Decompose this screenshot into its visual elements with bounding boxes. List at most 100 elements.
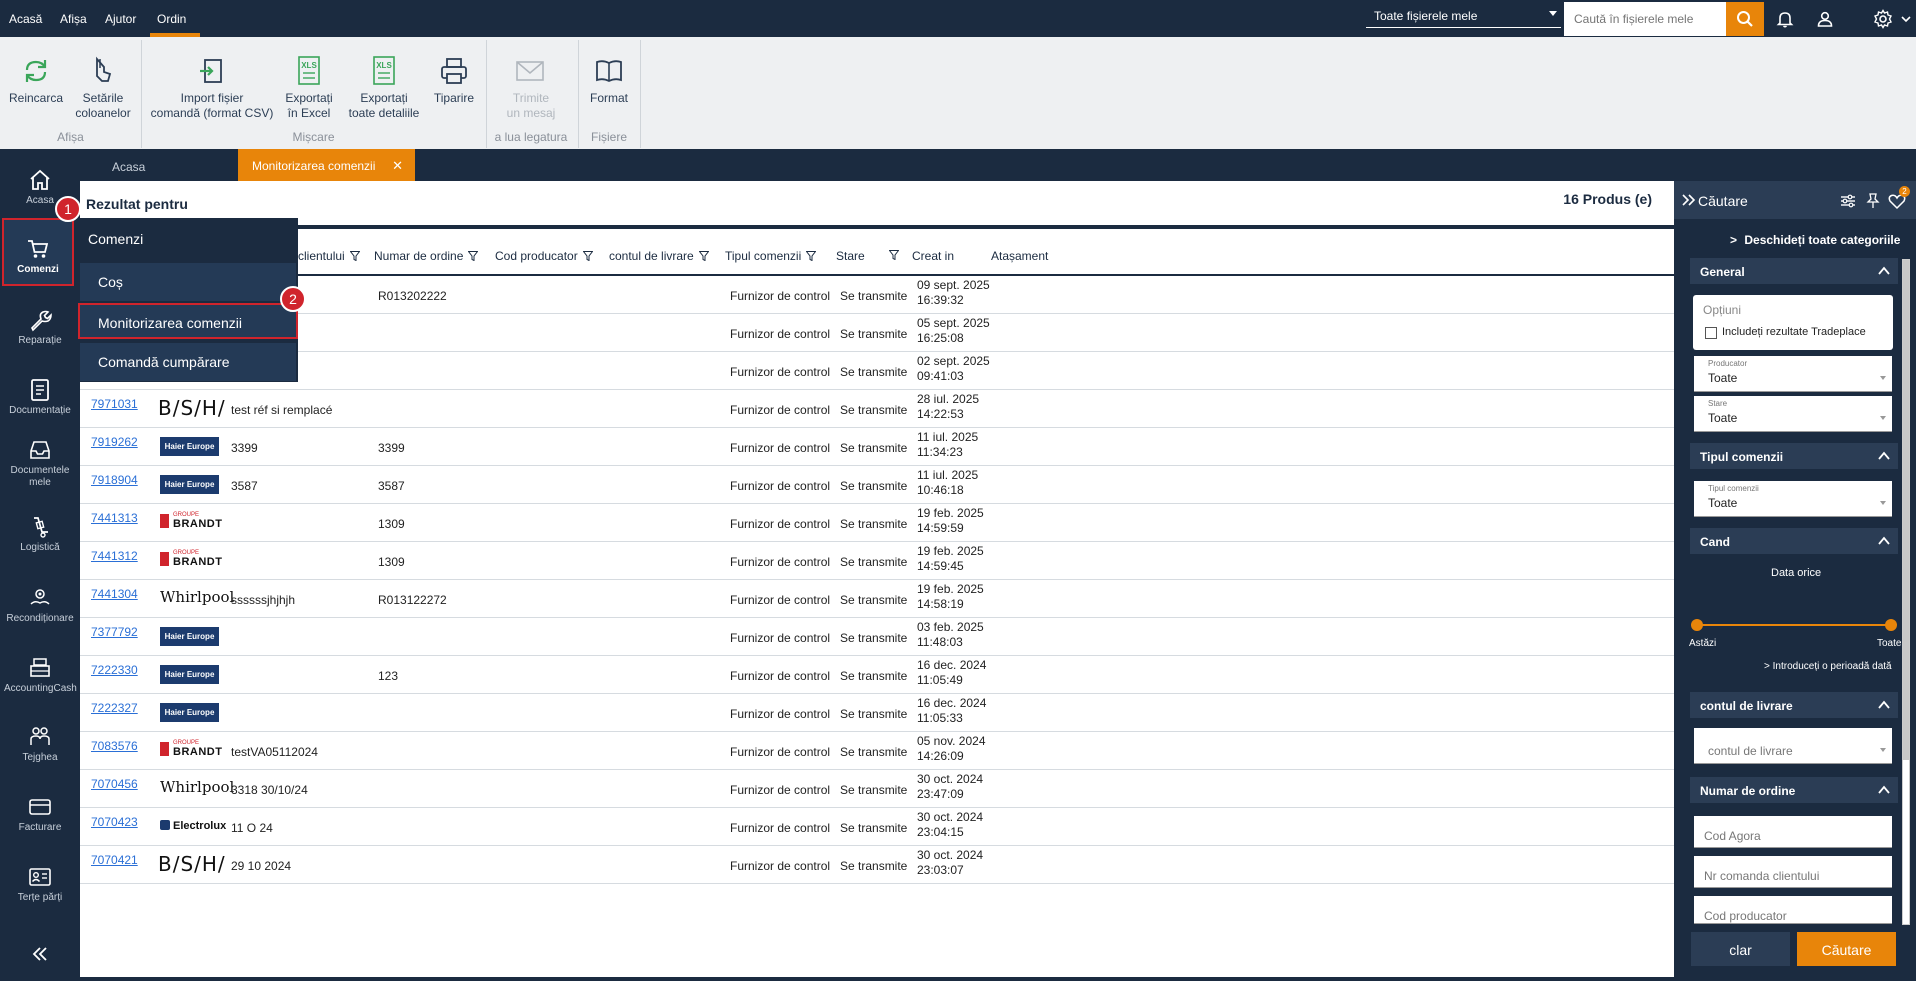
format-button[interactable]: Format xyxy=(586,53,632,106)
table-row[interactable]: 7070423 Electrolux 11 O 24 Furnizor de cont… xyxy=(80,808,1674,846)
col-header-attachment[interactable]: Atașament xyxy=(991,249,1048,263)
delivery-account-select[interactable]: contul de livrare xyxy=(1694,728,1892,764)
order-id-link[interactable]: 7377792 xyxy=(91,625,138,639)
nav-documentation[interactable]: Documentație xyxy=(4,375,76,416)
table-row[interactable]: 7377792 Haier Europe Furnizor de control Se… xyxy=(80,618,1674,656)
table-row[interactable]: 7441313 GROUPE BRANDT 1309 Furnizor de contr… xyxy=(80,504,1674,542)
state-select[interactable]: Stare Toate xyxy=(1694,396,1892,432)
bell-icon[interactable] xyxy=(1774,8,1796,30)
submenu-item-purchase-order[interactable]: Comandă cumpărare xyxy=(80,343,296,381)
agora-code-input[interactable]: Cod Agora xyxy=(1694,816,1892,848)
order-id-link[interactable]: 7441313 xyxy=(91,511,138,525)
client-order-number-input[interactable]: Nr comanda clientului xyxy=(1694,856,1892,888)
collapse-nav-button[interactable] xyxy=(4,946,76,968)
nav-my-documents[interactable]: Documentele mele xyxy=(4,435,76,488)
scope-select[interactable]: Toate fișierele mele xyxy=(1366,2,1561,28)
table-row[interactable]: Furnizor de control Se transmite 02 sept. … xyxy=(80,352,1674,390)
submenu-item-cart[interactable]: Coș xyxy=(80,263,296,301)
tradeplace-checkbox[interactable] xyxy=(1705,327,1717,339)
column-settings-button[interactable]: Setările coloanelor xyxy=(70,53,136,121)
search-button[interactable] xyxy=(1726,2,1764,36)
gear-icon[interactable] xyxy=(1872,8,1894,30)
table-row[interactable]: 7919262 Haier Europe 3399 3399 Furnizor de c… xyxy=(80,428,1674,466)
menu-view[interactable]: Afișa xyxy=(60,12,87,26)
reload-button[interactable]: Reincarca xyxy=(6,53,66,106)
table-row[interactable]: 7222327 Haier Europe Furnizor de control Se… xyxy=(80,694,1674,732)
import-csv-button[interactable]: Import fișier comandă (format CSV) xyxy=(143,53,281,121)
table-row[interactable]: 7070456 Whirlpool 3318 30/10/24 Furnizor de… xyxy=(80,770,1674,808)
menu-order[interactable]: Ordin xyxy=(157,12,186,26)
nav-counter[interactable]: Tejghea xyxy=(4,722,76,763)
col-header-client[interactable]: clientului xyxy=(298,249,360,263)
filter-icon[interactable] xyxy=(349,251,360,261)
order-id-link[interactable]: 7971031 xyxy=(91,397,138,411)
sliders-icon[interactable] xyxy=(1840,193,1856,209)
order-id-link[interactable]: 7222330 xyxy=(91,663,138,677)
table-row[interactable]: 7441312 GROUPE BRANDT 1309 Furnizor de contr… xyxy=(80,542,1674,580)
user-icon[interactable] xyxy=(1814,8,1836,30)
nav-repair[interactable]: Reparație xyxy=(4,305,76,346)
filter-icon[interactable] xyxy=(698,251,709,261)
nav-accounting-cash[interactable]: AccountingCash xyxy=(4,653,77,694)
clear-button[interactable]: clar xyxy=(1691,932,1790,966)
filter-icon[interactable] xyxy=(468,251,479,261)
range-end-handle[interactable] xyxy=(1885,619,1897,631)
col-header-delivery-account[interactable]: contul de livrare xyxy=(609,249,709,263)
table-row[interactable]: fdsR013202222Furnizor de controlSe trans… xyxy=(80,276,1674,314)
pin-icon[interactable] xyxy=(1866,193,1880,209)
nav-reconditioning[interactable]: Recondiționare xyxy=(4,583,76,624)
order-id-link[interactable]: 7083576 xyxy=(91,739,138,753)
table-row[interactable]: 7222330 Haier Europe 123 Furnizor de contro… xyxy=(80,656,1674,694)
menu-home[interactable]: Acasă xyxy=(9,12,42,26)
nav-orders[interactable]: Comenzi xyxy=(2,218,74,286)
send-message-button[interactable]: Trimite un mesaj xyxy=(496,53,566,121)
order-id-link[interactable]: 7918904 xyxy=(91,473,138,487)
order-id-link[interactable]: 7070421 xyxy=(91,853,138,867)
col-header-order-number[interactable]: Numar de ordine xyxy=(374,249,479,263)
table-row[interactable]: 7441304 Whirlpool ssssssjhjhjh R013122272 Fu… xyxy=(80,580,1674,618)
submenu-item-order-monitoring[interactable]: Monitorizarea comenzii xyxy=(78,303,298,339)
range-start-handle[interactable] xyxy=(1691,619,1703,631)
col-header-status[interactable]: Stare xyxy=(836,249,865,263)
search-submit-button[interactable]: Căutare xyxy=(1797,932,1896,966)
order-id-link[interactable]: 7441312 xyxy=(91,549,138,563)
nav-billing[interactable]: Facturare xyxy=(4,792,76,833)
col-header-order-type[interactable]: Tipul comenzii xyxy=(725,249,817,263)
tab-order-monitoring[interactable]: Monitorizarea comenzii ✕ xyxy=(238,149,415,181)
filter-icon[interactable] xyxy=(806,251,817,261)
table-row[interactable]: 7070421 B/S/H/29 10 2024 Furnizor de contr… xyxy=(80,846,1674,884)
filter-icon[interactable] xyxy=(582,251,593,261)
table-row[interactable]: 7918904 Haier Europe 3587 3587 Furnizor de c… xyxy=(80,466,1674,504)
order-id-link[interactable]: 7070456 xyxy=(91,777,138,791)
nav-third-parties[interactable]: Terțe părți xyxy=(4,862,76,903)
col-header-producer-code[interactable]: Cod producator xyxy=(495,249,593,263)
col-header-created[interactable]: Creat in xyxy=(912,249,954,263)
producer-select[interactable]: Producator Toate xyxy=(1694,356,1892,392)
order-id-link[interactable]: 7070423 xyxy=(91,815,138,829)
chevron-down-icon[interactable] xyxy=(1898,8,1914,30)
export-all-details-button[interactable]: XLS Exportați toate detaliile xyxy=(343,53,425,121)
export-excel-button[interactable]: XLS Exportați în Excel xyxy=(284,53,334,121)
section-order-number[interactable]: Numar de ordine xyxy=(1690,777,1898,803)
search-input[interactable] xyxy=(1564,2,1727,36)
menu-help[interactable]: Ajutor xyxy=(105,12,136,26)
order-type-select[interactable]: Tipul comenzii Toate xyxy=(1694,481,1892,517)
section-when[interactable]: Cand xyxy=(1690,528,1898,554)
section-delivery-account[interactable]: contul de livrare xyxy=(1690,692,1898,718)
double-chevron-right-icon[interactable] xyxy=(1682,194,1696,206)
table-row[interactable]: 7083576 GROUPE BRANDT testVA05112024 Furnizo… xyxy=(80,732,1674,770)
section-order-type[interactable]: Tipul comenzii xyxy=(1690,443,1898,469)
order-id-link[interactable]: 7222327 xyxy=(91,701,138,715)
close-icon[interactable]: ✕ xyxy=(392,158,403,174)
table-row[interactable]: 7971031 B/S/H/test réf si remplacé Furnizo… xyxy=(80,390,1674,428)
order-id-link[interactable]: 7441304 xyxy=(91,587,138,601)
enter-period-link[interactable]: > Introduceți o perioadă dată xyxy=(1764,661,1892,672)
nav-logistics[interactable]: Logistică xyxy=(4,512,76,553)
table-row[interactable]: Furnizor de control Se transmite 05 sept. … xyxy=(80,314,1674,352)
print-button[interactable]: Tiparire xyxy=(430,53,478,106)
open-all-categories-link[interactable]: > Deschideți toate categoriile xyxy=(1730,233,1900,247)
tab-home[interactable]: Acasa xyxy=(78,149,238,181)
filter-icon[interactable] xyxy=(889,250,899,260)
producer-code-input[interactable]: Cod producator xyxy=(1694,896,1892,924)
panel-scrollbar-thumb[interactable] xyxy=(1903,260,1909,760)
